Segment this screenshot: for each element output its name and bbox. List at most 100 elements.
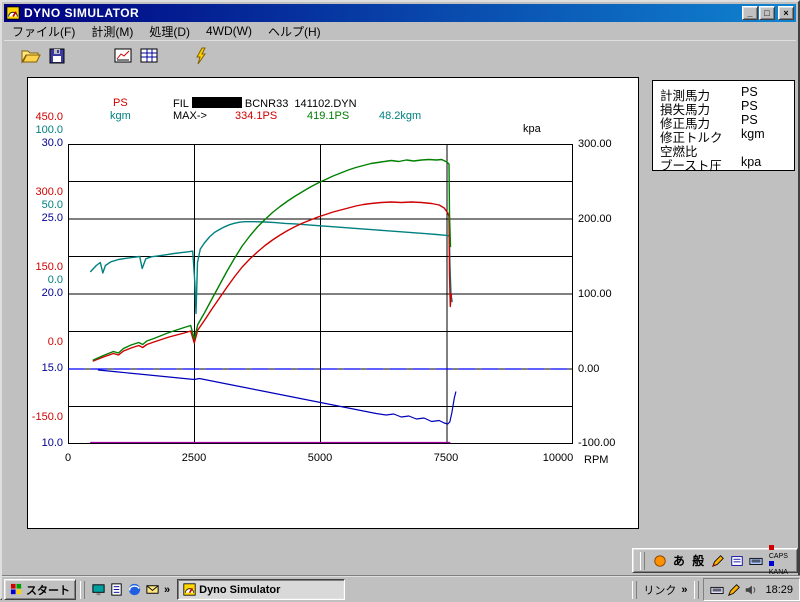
max-corrected-ps: 419.1PS (307, 110, 350, 122)
ime-pen-icon[interactable] (708, 551, 727, 570)
kpa-tick: 300.00 (578, 138, 612, 150)
taskbar: スタート » Dyno Simulator リンク » 18:29 (2, 576, 800, 602)
toolbar (4, 40, 796, 73)
kgm-axis-unit: kgm (110, 110, 131, 122)
rpm-tick: 2500 (181, 452, 207, 464)
legend-box: 計測馬力 PS 損失馬力 PS 修正馬力 PS 修正トルク kgm 空燃比 ブースト圧 k… (652, 80, 795, 173)
ime-keyboard-icon[interactable] (747, 551, 765, 570)
ime-toolbar: あ 般 CAPS KANA (632, 544, 798, 576)
ime-pad-icon[interactable] (728, 551, 746, 570)
mail-icon[interactable] (143, 581, 161, 599)
rpm-tick: 10000 (542, 452, 574, 464)
ps-tick: 0.0 (47, 336, 63, 348)
kpa-tick: 200.00 (578, 213, 612, 225)
ps-axis-unit: PS (113, 97, 128, 109)
tray-grip[interactable] (694, 580, 700, 599)
start-label: スタート (26, 584, 70, 597)
links-chevron[interactable]: » (678, 584, 690, 596)
task-app-icon (183, 583, 196, 596)
system-tray: 18:29 (703, 578, 800, 601)
data-grid-button[interactable] (136, 44, 162, 70)
minimize-button[interactable]: _ (742, 6, 758, 20)
graph-view-button[interactable] (110, 44, 136, 70)
max-torque: 48.2kgm (379, 110, 422, 122)
ps-tick: -150.0 (31, 411, 63, 423)
legend-unit: PS (741, 113, 758, 127)
menu-4wd[interactable]: 4WD(W) (198, 23, 260, 39)
kpa-tick: 0.00 (578, 363, 600, 375)
file-info: FIL BCNR33 141102.DYN (173, 97, 357, 110)
quicklaunch-grip[interactable] (80, 580, 85, 599)
open-file-button[interactable] (18, 44, 44, 70)
kgm-tick: 50.0 (41, 199, 63, 211)
legend-unit: PS (741, 99, 758, 113)
af-tick: 10.0 (41, 437, 63, 449)
links-grip[interactable] (632, 580, 638, 599)
menu-measure[interactable]: 計測(M) (83, 22, 141, 41)
tray-volume-icon[interactable] (744, 583, 758, 597)
kpa-tick: 100.00 (578, 288, 612, 300)
kgm-tick: 100.0 (35, 124, 63, 136)
ps-tick: 450.0 (35, 111, 63, 123)
tray-pen-icon[interactable] (727, 583, 741, 597)
task-button-dyno[interactable]: Dyno Simulator (177, 579, 346, 600)
start-button[interactable]: スタート (4, 579, 76, 600)
close-button[interactable]: × (778, 6, 794, 20)
af-tick: 30.0 (41, 137, 63, 149)
af-tick: 15.0 (41, 362, 63, 374)
legend-unit: PS (741, 85, 758, 99)
quicklaunch-chevron[interactable]: » (161, 584, 173, 596)
tray-keyboard-icon[interactable] (710, 583, 725, 597)
windows-logo-icon (10, 583, 23, 596)
ime-conversion-mode[interactable]: 般 (689, 551, 707, 570)
desktop-icon[interactable] (89, 581, 107, 599)
save-icon (48, 47, 66, 68)
caps-label: CAPS (768, 552, 788, 560)
file-prefix: FIL (173, 98, 189, 110)
kana-dot (768, 560, 774, 566)
legend-row: 損失馬力 PS (653, 99, 794, 117)
legend-row: 空燃比 (653, 141, 794, 159)
rpm-tick: 7500 (433, 452, 459, 464)
ime-tool-icon[interactable] (650, 551, 669, 570)
ime-input-mode[interactable]: あ (670, 551, 688, 570)
app-window: DYNO SIMULATOR _ □ × ファイル(F) 計測(M) 処理(D)… (0, 0, 800, 602)
document-icon[interactable] (107, 581, 125, 599)
rpm-tick: 0 (64, 452, 72, 464)
open-folder-icon (21, 47, 41, 68)
legend-row: 計測馬力 PS (653, 85, 794, 103)
rpm-tick: 5000 (307, 452, 333, 464)
kana-label: KANA (768, 568, 788, 576)
chart-panel: PS kgm FIL BCNR33 141102.DYN MAX-> 334.1P… (27, 77, 639, 529)
title-bar: DYNO SIMULATOR _ □ × (4, 4, 796, 22)
menu-help[interactable]: ヘルプ(H) (260, 22, 329, 41)
menu-file[interactable]: ファイル(F) (4, 22, 83, 41)
dyno-plot (68, 144, 573, 444)
window-title: DYNO SIMULATOR (24, 6, 140, 20)
app-icon (6, 6, 20, 20)
legend-unit: kpa (741, 155, 762, 169)
maximize-button[interactable]: □ (759, 6, 775, 20)
menu-process[interactable]: 処理(D) (141, 22, 198, 41)
caps-kana-indicator[interactable]: CAPS KANA (768, 544, 794, 577)
legend-unit: kgm (741, 127, 765, 141)
legend-row: ブースト圧 kpa (653, 155, 794, 173)
kpa-tick: -100.00 (578, 437, 616, 449)
run-measure-button[interactable] (188, 44, 214, 70)
clock[interactable]: 18:29 (765, 584, 793, 596)
file-name: BCNR33 141102.DYN (244, 98, 357, 110)
ie-icon[interactable] (125, 581, 143, 599)
links-toolbar-label[interactable]: リンク (641, 582, 678, 598)
legend-row: 修正トルク kgm (653, 127, 794, 145)
af-tick: 20.0 (41, 287, 63, 299)
ime-grip[interactable] (640, 551, 645, 570)
caps-dot (768, 544, 774, 550)
legend-name: ブースト圧 (660, 159, 722, 173)
save-button[interactable] (44, 44, 70, 70)
redacted-text-box (191, 97, 242, 108)
max-label: MAX-> (173, 110, 207, 122)
max-measured-ps: 334.1PS (235, 110, 278, 122)
kgm-tick: 0.0 (47, 274, 63, 286)
rpm-axis-unit: RPM (584, 454, 609, 466)
legend-row: 修正馬力 PS (653, 113, 794, 131)
